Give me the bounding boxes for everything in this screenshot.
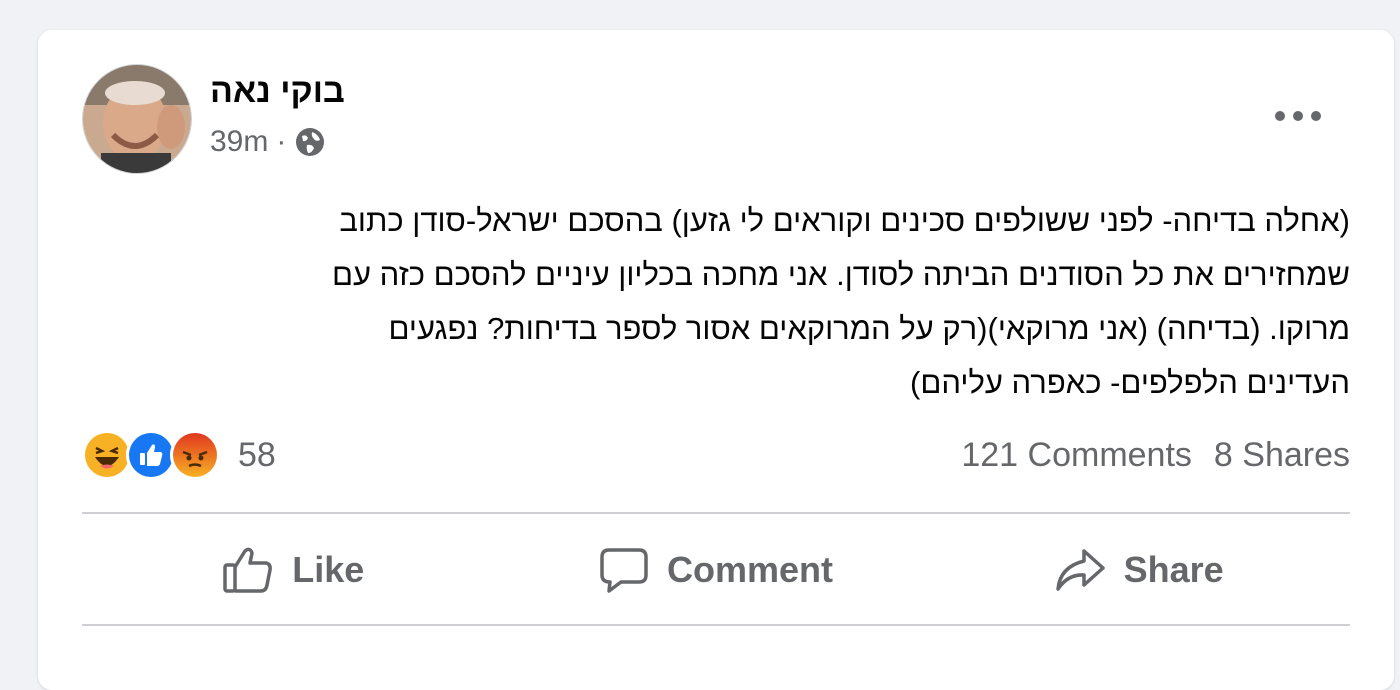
shares-count[interactable]: 8 Shares <box>1214 436 1350 475</box>
thumbs-up-icon <box>223 547 273 593</box>
comments-count[interactable]: 121 Comments <box>961 436 1192 475</box>
angry-icon <box>170 430 220 480</box>
comment-button[interactable]: Comment <box>526 528 906 612</box>
share-button[interactable]: Share <box>949 528 1329 612</box>
post-stats: 121 Comments 8 Shares <box>939 428 1350 482</box>
like-button[interactable]: Like <box>103 528 483 612</box>
post-time[interactable]: 39m <box>210 125 268 159</box>
meta-separator: · <box>276 125 287 158</box>
divider <box>82 624 1350 626</box>
share-label: Share <box>1123 549 1224 590</box>
action-bar: Like Comment Share <box>82 518 1350 622</box>
comment-icon <box>600 548 648 593</box>
post-text-line: העדינים הלפלפים- כאפרה עליהם) <box>910 365 1350 400</box>
share-arrow-icon <box>1055 549 1105 591</box>
reactions-summary[interactable]: 58 <box>82 428 276 482</box>
post-text-line: שמחזירים את כל הסודנים הביתה לסודן. אני … <box>332 257 1350 292</box>
post-meta: 39m · <box>210 124 326 160</box>
comment-label: Comment <box>666 549 833 590</box>
post-text-line: (אחלה בדיחה- לפני ששולפים סכינים וקוראים… <box>339 203 1350 238</box>
more-options-icon <box>1275 111 1321 121</box>
post-card: בוקי נאה 39m · (אחלה בדיחה- לפני ששולפים… <box>38 30 1394 690</box>
reaction-icons <box>82 430 220 480</box>
post-text: (אחלה בדיחה- לפני ששולפים סכינים וקוראים… <box>82 194 1350 410</box>
avatar[interactable] <box>82 64 192 174</box>
globe-icon[interactable] <box>294 126 326 158</box>
post-text-line: מרוקו. (בדיחה) (אני מרוקאי)(רק על המרוקא… <box>388 311 1351 346</box>
author-name[interactable]: בוקי נאה <box>210 72 345 111</box>
reaction-count[interactable]: 58 <box>238 436 276 475</box>
like-icon <box>126 430 176 480</box>
divider <box>82 512 1350 514</box>
avatar-photo <box>83 65 191 173</box>
more-options-button[interactable] <box>1270 96 1326 136</box>
like-label: Like <box>292 549 365 590</box>
haha-icon <box>82 430 132 480</box>
